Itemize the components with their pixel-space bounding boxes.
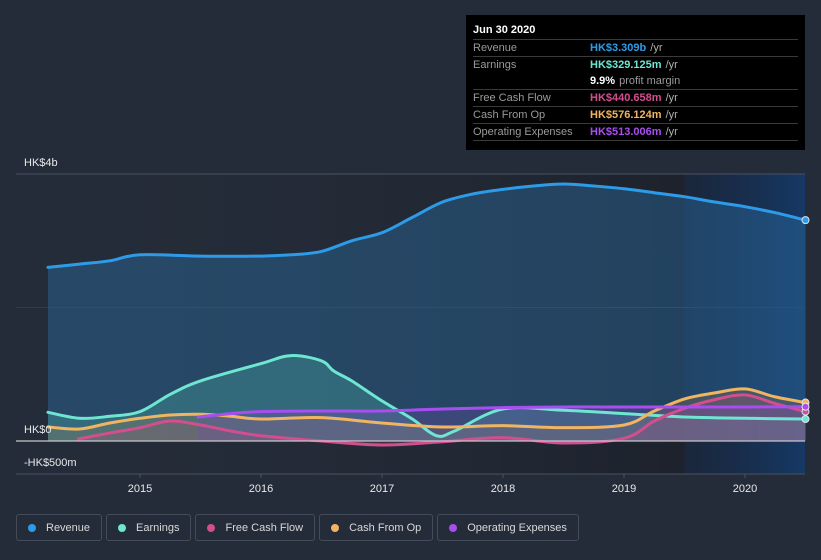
tooltip-unit: /yr bbox=[665, 126, 678, 138]
x-tick-label: 2018 bbox=[491, 483, 515, 495]
tooltip-row: Operating Expenses HK$513.006m/yr bbox=[473, 124, 798, 141]
y-axis-label: HK$0 bbox=[24, 424, 52, 436]
tooltip-label: Operating Expenses bbox=[473, 126, 573, 138]
tooltip-unit: /yr bbox=[665, 59, 678, 71]
operating-expenses-end-point[interactable] bbox=[801, 402, 810, 411]
tooltip-unit: /yr bbox=[650, 42, 663, 54]
tooltip-unit: /yr bbox=[665, 109, 678, 121]
tooltip-value: HK$513.006m bbox=[590, 126, 662, 138]
tooltip-date: Jun 30 2020 bbox=[473, 22, 798, 40]
legend-label: Earnings bbox=[136, 521, 180, 534]
tooltip-label: Earnings bbox=[473, 59, 517, 71]
y-axis-label: HK$4b bbox=[24, 157, 58, 169]
legend: Revenue Earnings Free Cash Flow Cash From O… bbox=[16, 514, 579, 541]
tooltip-value: HK$329.125m bbox=[590, 59, 662, 71]
tooltip-label: Free Cash Flow bbox=[473, 92, 551, 104]
tooltip-unit: profit margin bbox=[619, 75, 681, 87]
tooltip-value: HK$576.124m bbox=[590, 109, 662, 121]
legend-dot-icon bbox=[207, 523, 216, 532]
tooltip-value: HK$3.309b bbox=[590, 42, 647, 54]
legend-dot-icon bbox=[28, 523, 36, 532]
legend-item-cash-from-op[interactable]: Cash From Op bbox=[319, 514, 434, 541]
tooltip-row: 9.9% profit margin bbox=[473, 73, 798, 90]
tooltip-value: HK$440.658m bbox=[590, 92, 662, 104]
tooltip-value: 9.9% bbox=[590, 75, 616, 87]
tooltip-row: Revenue HK$3.309b/yr bbox=[473, 40, 798, 57]
tooltip-row: Free Cash Flow HK$440.658m/yr bbox=[473, 90, 798, 107]
y-axis-label: -HK$500m bbox=[24, 457, 77, 469]
tooltip-row: Earnings HK$329.125m/yr bbox=[473, 57, 798, 73]
legend-item-revenue[interactable]: Revenue bbox=[16, 514, 103, 541]
legend-item-free-cash-flow[interactable]: Free Cash Flow bbox=[195, 514, 316, 541]
legend-item-operating-expenses[interactable]: Operating Expenses bbox=[437, 514, 579, 541]
x-tick-label: 2019 bbox=[612, 483, 636, 495]
legend-label: Cash From Op bbox=[349, 521, 422, 534]
revenue-end-point[interactable] bbox=[801, 216, 810, 225]
x-tick-label: 2015 bbox=[128, 483, 152, 495]
legend-dot-icon bbox=[449, 523, 458, 532]
tooltip-row: Cash From Op HK$576.124m/yr bbox=[473, 107, 798, 124]
legend-dot-icon bbox=[118, 523, 127, 532]
earnings-end-point[interactable] bbox=[801, 415, 810, 424]
x-tick-label: 2016 bbox=[249, 483, 273, 495]
x-tick-label: 2020 bbox=[733, 483, 757, 495]
tooltip: Jun 30 2020 Revenue HK$3.309b/yr Earnings H… bbox=[466, 15, 805, 150]
tooltip-label: Revenue bbox=[473, 42, 518, 54]
legend-label: Free Cash Flow bbox=[225, 521, 304, 534]
legend-label: Operating Expenses bbox=[467, 521, 567, 534]
tooltip-label bbox=[473, 73, 590, 89]
tooltip-label: Cash From Op bbox=[473, 109, 546, 121]
legend-label: Revenue bbox=[46, 521, 91, 534]
legend-item-earnings[interactable]: Earnings bbox=[106, 514, 192, 541]
legend-dot-icon bbox=[331, 523, 340, 532]
x-tick-label: 2017 bbox=[370, 483, 394, 495]
tooltip-unit: /yr bbox=[665, 92, 678, 104]
